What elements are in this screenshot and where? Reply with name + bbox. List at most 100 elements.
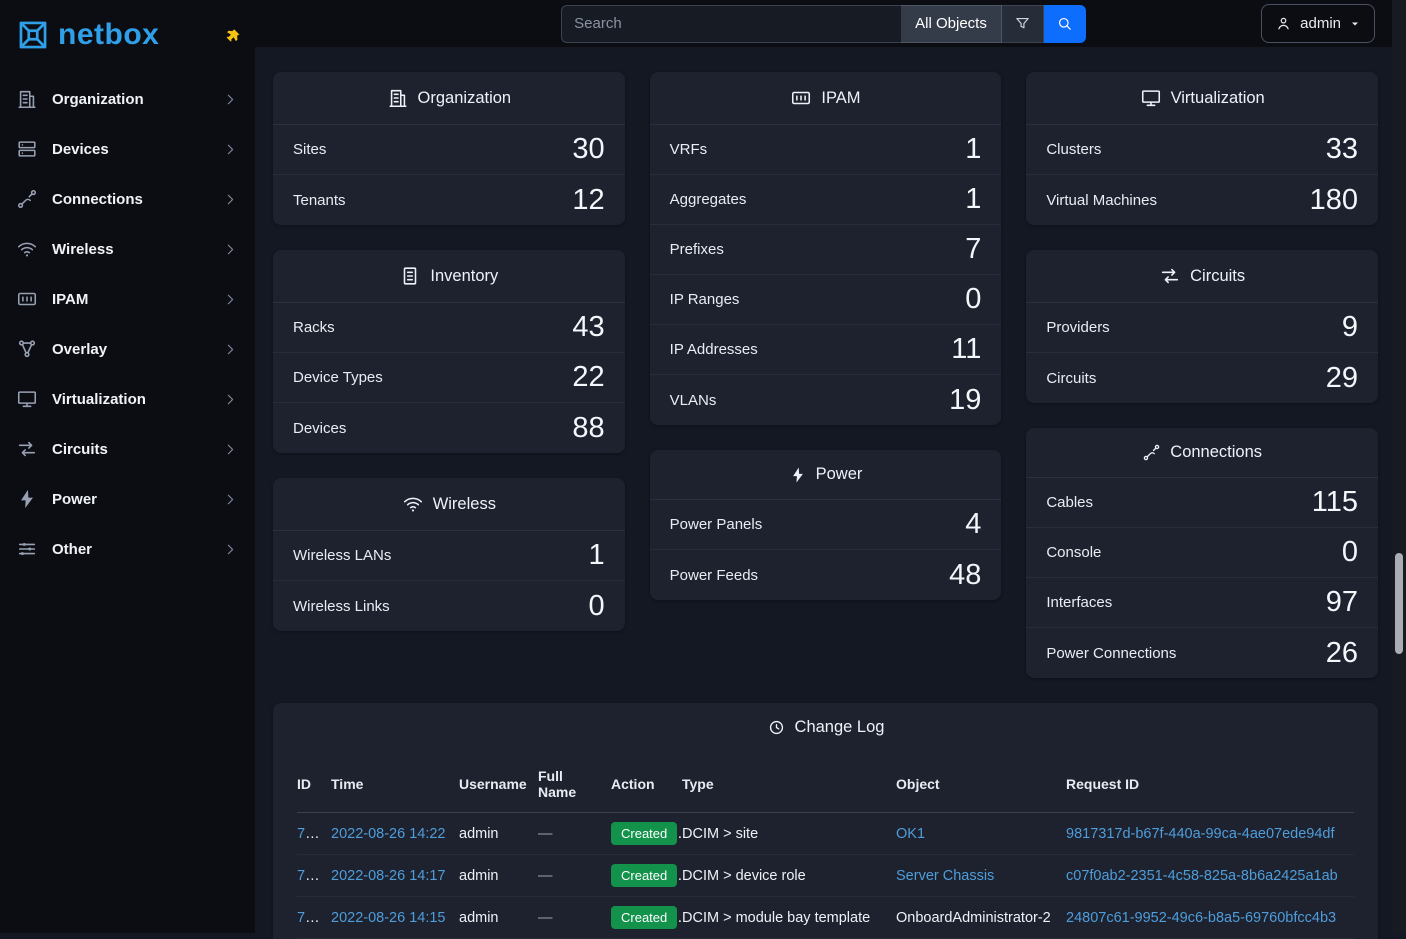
stat-label: VLANs: [670, 392, 717, 409]
stat-value: 7: [965, 233, 981, 266]
stat-label: Sites: [293, 141, 326, 158]
stat-value: 88: [572, 412, 604, 445]
netbox-logo[interactable]: netbox: [0, 0, 255, 58]
changelog-request-id-link[interactable]: 24807c61-9952-49c6-b8a5-69760bfcc4b3: [1066, 910, 1336, 926]
sliders-icon: [16, 538, 38, 560]
sidebar-item-virtualization[interactable]: Virtualization: [0, 374, 255, 424]
stat-row: VLANs 19: [650, 375, 1002, 425]
sidebar-item-label: Circuits: [52, 441, 108, 458]
stat-row: IP Addresses 11: [650, 325, 1002, 375]
user-menu-button[interactable]: admin: [1261, 4, 1375, 43]
stat-row: Devices 88: [273, 403, 625, 453]
stat-label: IP Ranges: [670, 291, 740, 308]
changelog-type: DCIM > site: [682, 813, 896, 855]
stat-label: Devices: [293, 420, 346, 437]
topbar: All Objects admin: [255, 0, 1392, 47]
caret-down-icon: [1349, 18, 1361, 30]
column-header-type: Type: [682, 756, 896, 813]
changelog-id-link[interactable]: 753: [297, 910, 321, 926]
sidebar-item-organization[interactable]: Organization: [0, 74, 255, 124]
wifi-icon: [402, 493, 424, 515]
changelog-object-link[interactable]: OK1: [896, 826, 925, 842]
ipam-card: IPAM VRFs 1 Aggregates 1 Prefixes 7 IP R…: [650, 72, 1002, 425]
search-submit-button[interactable]: [1044, 5, 1086, 43]
changelog-time-link[interactable]: 2022-08-26 14:17: [331, 868, 446, 884]
sidebar-item-power[interactable]: Power: [0, 474, 255, 524]
stat-value: 19: [949, 384, 981, 417]
wifi-icon: [16, 238, 38, 260]
changelog-username: admin: [459, 897, 538, 939]
stat-value: 26: [1326, 637, 1358, 670]
changelog-username: admin: [459, 813, 538, 855]
column-header-id: ID: [297, 756, 331, 813]
stat-row: Clusters 33: [1026, 125, 1378, 175]
sidebar-item-overlay[interactable]: Overlay: [0, 324, 255, 374]
stat-label: IP Addresses: [670, 341, 758, 358]
sidebar-item-label: Other: [52, 541, 92, 558]
stat-row: Power Connections 26: [1026, 628, 1378, 678]
chevron-right-icon: [222, 541, 239, 558]
changelog-id-link[interactable]: 754: [297, 868, 321, 884]
virtualization-card: Virtualization Clusters 33 Virtual Machi…: [1026, 72, 1378, 225]
stat-label: Prefixes: [670, 241, 724, 258]
transfer-icon: [1159, 265, 1181, 287]
building-icon: [387, 87, 409, 109]
sidebar-pin-icon[interactable]: [224, 28, 241, 49]
search-scope-button[interactable]: All Objects: [901, 5, 1002, 43]
server-icon: [16, 138, 38, 160]
page-scrollbar[interactable]: [1392, 0, 1406, 933]
sidebar: netbox Organization Devices: [0, 0, 255, 933]
changelog-header: Change Log: [273, 703, 1378, 752]
stat-row: Providers 9: [1026, 303, 1378, 353]
lightning-icon: [789, 466, 807, 484]
sidebar-menu: Organization Devices Connections: [0, 74, 255, 574]
card-header: Connections: [1026, 428, 1378, 478]
connections-card: Connections Cables 115 Console 0 Interfa…: [1026, 428, 1378, 678]
stat-row: Circuits 29: [1026, 353, 1378, 403]
changelog-time-link[interactable]: 2022-08-26 14:15: [331, 910, 446, 926]
action-badge: Created: [611, 864, 677, 887]
dashboard-column-3: Virtualization Clusters 33 Virtual Machi…: [1026, 72, 1378, 678]
chevron-right-icon: [222, 391, 239, 408]
stat-row: Wireless Links 0: [273, 581, 625, 631]
table-row: 754 2022-08-26 14:17 admin — Created DCI…: [297, 855, 1354, 897]
stat-row: Device Types 22: [273, 353, 625, 403]
search-input[interactable]: [561, 5, 901, 43]
sidebar-item-devices[interactable]: Devices: [0, 124, 255, 174]
changelog-request-id-link[interactable]: c07f0ab2-2351-4c58-825a-8b6a2425a1ab: [1066, 868, 1338, 884]
stat-label: Tenants: [293, 192, 346, 209]
stat-row: Power Panels 4: [650, 500, 1002, 550]
cable-icon: [1142, 443, 1161, 462]
stat-row: VRFs 1: [650, 125, 1002, 175]
sidebar-item-wireless[interactable]: Wireless: [0, 224, 255, 274]
stat-row: Wireless LANs 1: [273, 531, 625, 581]
stat-row: Console 0: [1026, 528, 1378, 578]
changelog-full-name: —: [538, 813, 611, 855]
scrollbar-thumb[interactable]: [1395, 553, 1403, 654]
stat-value: 0: [589, 590, 605, 623]
sidebar-item-circuits[interactable]: Circuits: [0, 424, 255, 474]
column-header-object: Object: [896, 756, 1066, 813]
sidebar-item-other[interactable]: Other: [0, 524, 255, 574]
sidebar-item-label: Wireless: [52, 241, 114, 258]
sidebar-item-connections[interactable]: Connections: [0, 174, 255, 224]
power-card: Power Power Panels 4 Power Feeds 48: [650, 450, 1002, 600]
changelog-id-link[interactable]: 755: [297, 826, 321, 842]
sidebar-item-ipam[interactable]: IPAM: [0, 274, 255, 324]
stat-row: Cables 115: [1026, 478, 1378, 528]
changelog-object-link[interactable]: Server Chassis: [896, 868, 994, 884]
card-title: Power: [816, 465, 863, 484]
filter-button[interactable]: [1002, 5, 1044, 43]
history-icon: [767, 718, 786, 737]
changelog-time-link[interactable]: 2022-08-26 14:22: [331, 826, 446, 842]
stat-value: 9: [1342, 311, 1358, 344]
sidebar-item-label: Connections: [52, 191, 143, 208]
stat-value: 43: [572, 311, 604, 344]
chevron-right-icon: [222, 491, 239, 508]
stat-label: Power Panels: [670, 516, 763, 533]
changelog-request-id-link[interactable]: 9817317d-b67f-440a-99ca-4ae07ede94df: [1066, 826, 1334, 842]
dashboard-grid: Organization Sites 30 Tenants 12 Invento…: [273, 72, 1378, 678]
card-title: Organization: [418, 89, 512, 108]
stat-label: Power Connections: [1046, 645, 1176, 662]
stat-value: 48: [949, 559, 981, 592]
